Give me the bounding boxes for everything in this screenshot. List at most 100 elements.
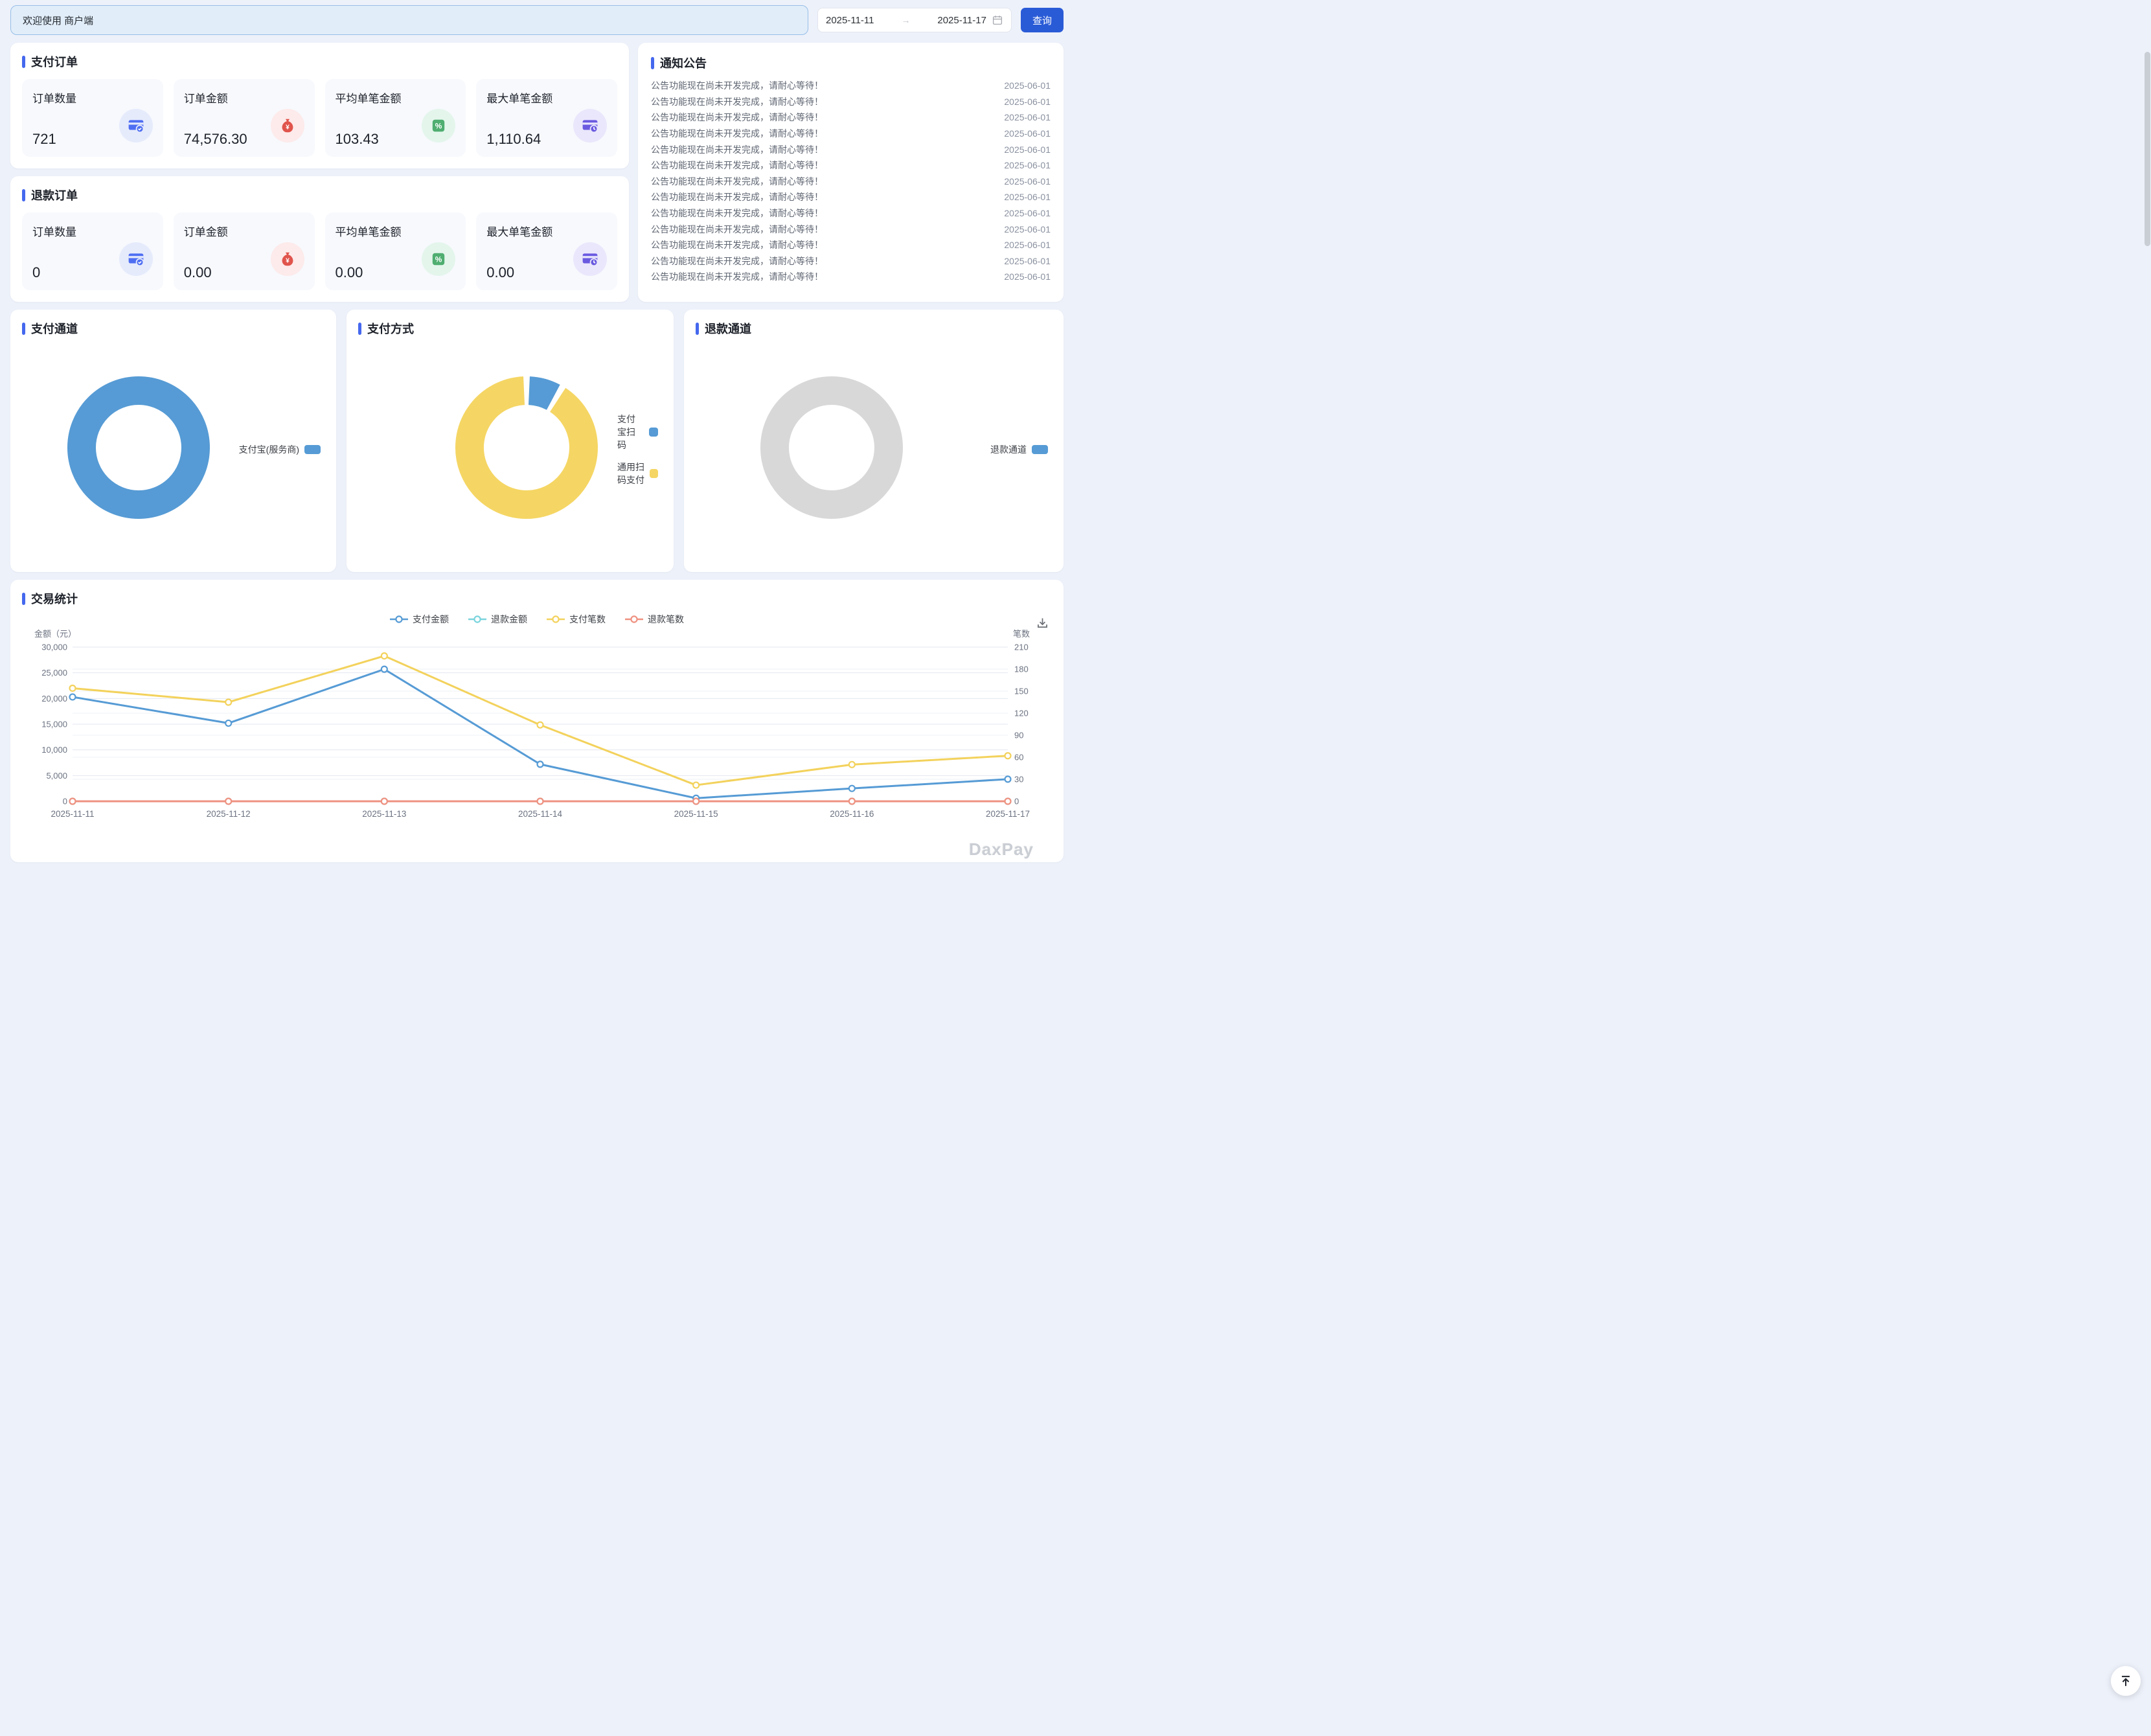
notice-date: 2025-06-01 bbox=[1004, 128, 1051, 139]
notice-title: 通知公告 bbox=[651, 54, 1051, 71]
top-bar: 欢迎使用 商户端 2025-11-11 → 2025-11-17 查询 bbox=[10, 5, 1064, 35]
svg-text:150: 150 bbox=[1014, 687, 1029, 696]
svg-text:%: % bbox=[435, 122, 442, 131]
trend-legend-label: 支付笔数 bbox=[569, 613, 606, 626]
notice-date: 2025-06-01 bbox=[1004, 160, 1051, 170]
moneybag-icon: ¥ bbox=[271, 242, 304, 276]
legend-item[interactable]: 通用扫码支付 bbox=[617, 461, 658, 486]
svg-text:60: 60 bbox=[1014, 753, 1023, 762]
dashboard-page: 欢迎使用 商户端 2025-11-11 → 2025-11-17 查询 支付 bbox=[0, 0, 1075, 868]
moneybag-icon: ¥ bbox=[271, 109, 304, 143]
section-bar bbox=[22, 189, 25, 201]
notice-row[interactable]: 公告功能现在尚未开发完成，请耐心等待！2025-06-01 bbox=[651, 205, 1051, 222]
stat-average-amount: 平均单笔金额 103.43 % bbox=[325, 79, 466, 157]
refund-channel-title: 退款通道 bbox=[696, 320, 1052, 337]
notice-date: 2025-06-01 bbox=[1004, 80, 1051, 91]
legend-item[interactable]: 支付宝(服务商) bbox=[239, 443, 321, 456]
trend-legend-item[interactable]: 退款金额 bbox=[468, 613, 527, 626]
legend-swatch bbox=[649, 428, 658, 437]
svg-text:20,000: 20,000 bbox=[41, 694, 67, 703]
card-badge-icon bbox=[573, 242, 607, 276]
payment-stat-cards: 订单数量 721 订单金额 74,576.30 ¥ 平 bbox=[22, 79, 617, 157]
trend-card: 交易统计 支付金额 退款金额 支付笔数 退款笔数 金额（元）笔数30,00025… bbox=[10, 580, 1064, 862]
payment-orders-title: 支付订单 bbox=[22, 53, 617, 70]
pay-method-card: 支付方式 支付宝扫码通用扫码支付 bbox=[347, 310, 674, 572]
notice-row[interactable]: 公告功能现在尚未开发完成，请耐心等待！2025-06-01 bbox=[651, 237, 1051, 253]
percent-icon: % bbox=[422, 109, 455, 143]
notice-text: 公告功能现在尚未开发完成，请耐心等待！ bbox=[651, 238, 823, 251]
trend-legend-item[interactable]: 支付笔数 bbox=[547, 613, 606, 626]
stat-refund-amount: 订单金额 0.00 ¥ bbox=[174, 212, 315, 290]
scrollbar-thumb[interactable] bbox=[2145, 52, 2150, 246]
notice-text: 公告功能现在尚未开发完成，请耐心等待！ bbox=[651, 190, 823, 203]
trend-legend-item[interactable]: 退款笔数 bbox=[625, 613, 684, 626]
svg-text:0: 0 bbox=[63, 797, 67, 806]
donut-charts-row: 支付通道 支付宝(服务商) 支付方式 支付宝扫码通用扫码支付 bbox=[10, 310, 1064, 572]
pay-channel-donut bbox=[48, 357, 229, 542]
trend-chart: 金额（元）笔数30,00025,00020,00015,00010,0005,0… bbox=[22, 628, 1058, 828]
notice-row[interactable]: 公告功能现在尚未开发完成，请耐心等待！2025-06-01 bbox=[651, 141, 1051, 157]
legend-item[interactable]: 退款通道 bbox=[990, 443, 1048, 456]
notice-row[interactable]: 公告功能现在尚未开发完成，请耐心等待！ 2025-06-01 bbox=[651, 94, 1051, 110]
notice-date: 2025-06-01 bbox=[1004, 256, 1051, 266]
svg-text:2025-11-17: 2025-11-17 bbox=[986, 809, 1030, 819]
notice-row[interactable]: 公告功能现在尚未开发完成，请耐心等待！ 2025-06-01 bbox=[651, 174, 1051, 190]
svg-text:30: 30 bbox=[1014, 775, 1023, 784]
download-icon[interactable] bbox=[1036, 616, 1049, 633]
query-button[interactable]: 查询 bbox=[1021, 8, 1064, 32]
notice-date: 2025-06-01 bbox=[1004, 176, 1051, 187]
notice-row[interactable]: 公告功能现在尚未开发完成，请耐心等待！ 2025-06-01 bbox=[651, 253, 1051, 269]
notice-text: 公告功能现在尚未开发完成，请耐心等待！ bbox=[651, 255, 823, 268]
pay-channel-legend: 支付宝(服务商) bbox=[239, 443, 321, 456]
percent-icon: % bbox=[422, 242, 455, 276]
svg-text:2025-11-14: 2025-11-14 bbox=[518, 809, 563, 819]
legend-item[interactable]: 支付宝扫码 bbox=[617, 413, 658, 451]
notice-date: 2025-06-01 bbox=[1004, 97, 1051, 107]
notice-text: 公告功能现在尚未开发完成，请耐心等待！ bbox=[651, 207, 823, 220]
notice-text: 公告功能现在尚未开发完成，请耐心等待！ bbox=[651, 79, 823, 92]
notice-row[interactable]: 公告功能现在尚未开发完成，请耐心等待！2025-06-01 bbox=[651, 109, 1051, 126]
notice-text: 公告功能现在尚未开发完成，请耐心等待！ bbox=[651, 95, 823, 108]
svg-text:笔数: 笔数 bbox=[1013, 629, 1030, 639]
pay-method-legend: 支付宝扫码通用扫码支付 bbox=[617, 413, 658, 486]
refund-orders-title: 退款订单 bbox=[22, 187, 617, 203]
svg-text:¥: ¥ bbox=[286, 124, 290, 131]
svg-text:2025-11-15: 2025-11-15 bbox=[674, 809, 718, 819]
svg-text:2025-11-11: 2025-11-11 bbox=[51, 809, 94, 819]
card-icon bbox=[119, 109, 153, 143]
start-date-field[interactable]: 2025-11-11 bbox=[826, 15, 874, 26]
notice-row[interactable]: 公告功能现在尚未开发完成，请耐心等待！2025-06-01 bbox=[651, 221, 1051, 237]
notice-row[interactable]: 公告功能现在尚未开发完成，请耐心等待！2025-06-01 bbox=[651, 189, 1051, 205]
line-marker-icon bbox=[547, 615, 565, 624]
line-marker-icon bbox=[468, 615, 486, 624]
page-scrollbar bbox=[2143, 0, 2151, 1736]
line-marker-icon bbox=[390, 615, 408, 624]
svg-text:90: 90 bbox=[1014, 731, 1023, 740]
calendar-icon bbox=[992, 14, 1003, 26]
pay-method-donut bbox=[436, 357, 617, 542]
legend-swatch bbox=[650, 469, 658, 478]
refund-channel-card: 退款通道 退款通道 bbox=[684, 310, 1064, 572]
svg-text:金额（元）: 金额（元） bbox=[34, 629, 76, 639]
notice-row[interactable]: 公告功能现在尚未开发完成，请耐心等待！2025-06-01 bbox=[651, 126, 1051, 142]
trend-legend-item[interactable]: 支付金额 bbox=[390, 613, 449, 626]
stat-refund-count: 订单数量 0 bbox=[22, 212, 163, 290]
stat-max-amount: 最大单笔金额 1,110.64 bbox=[476, 79, 617, 157]
notice-date: 2025-06-01 bbox=[1004, 144, 1051, 155]
svg-text:2025-11-16: 2025-11-16 bbox=[830, 809, 874, 819]
svg-text:210: 210 bbox=[1014, 643, 1029, 652]
notice-row[interactable]: 公告功能现在尚未开发完成，请耐心等待！2025-06-01 bbox=[651, 269, 1051, 285]
stats-column: 支付订单 订单数量 721 订单金额 74,576.30 ¥ bbox=[10, 43, 629, 302]
back-to-top-button[interactable] bbox=[2111, 1666, 2141, 1696]
legend-label: 支付宝扫码 bbox=[617, 413, 644, 451]
notice-row[interactable]: 公告功能现在尚未开发完成，请耐心等待！2025-06-01 bbox=[651, 157, 1051, 174]
notice-date: 2025-06-01 bbox=[1004, 224, 1051, 234]
notice-row[interactable]: 公告功能现在尚未开发完成，请耐心等待！ 2025-06-01 bbox=[651, 78, 1051, 94]
refund-orders-card: 退款订单 订单数量 0 订单金额 0.00 ¥ bbox=[10, 176, 629, 302]
notice-text: 公告功能现在尚未开发完成，请耐心等待！ bbox=[651, 175, 823, 188]
date-range-picker[interactable]: 2025-11-11 → 2025-11-17 bbox=[817, 8, 1012, 32]
end-date-field[interactable]: 2025-11-17 bbox=[937, 15, 986, 26]
legend-label: 支付宝(服务商) bbox=[239, 443, 299, 456]
stat-refund-max: 最大单笔金额 0.00 bbox=[476, 212, 617, 290]
refund-channel-legend: 退款通道 bbox=[990, 443, 1048, 456]
